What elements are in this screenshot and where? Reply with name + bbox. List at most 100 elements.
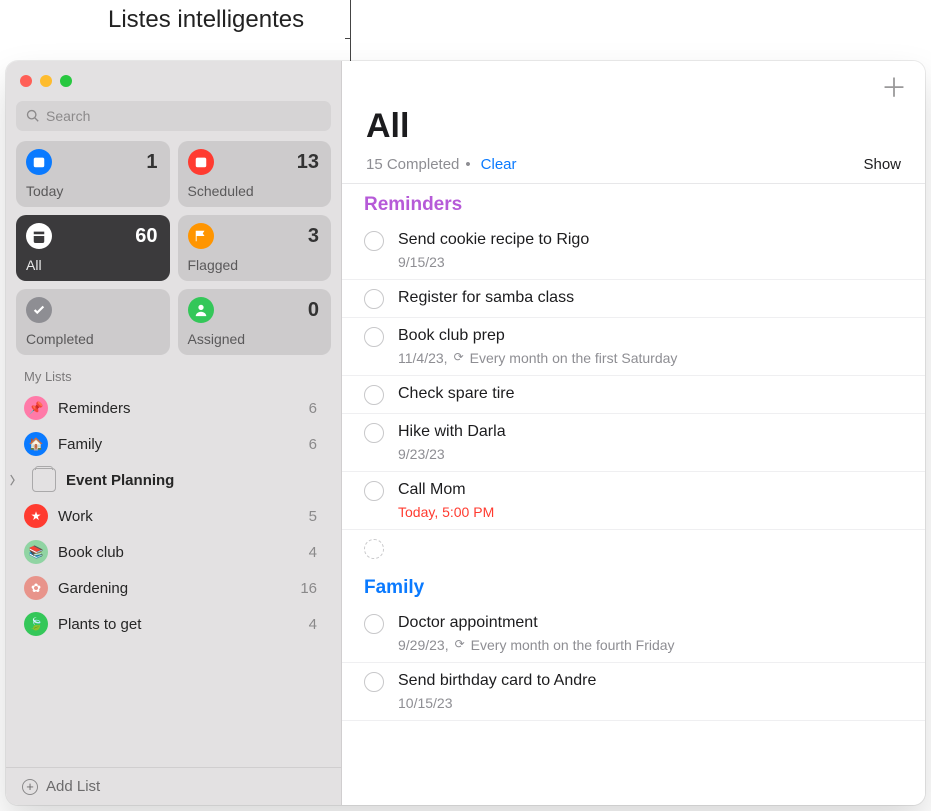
smart-assigned[interactable]: 0 Assigned — [178, 289, 332, 355]
reminder-subtext: 10/15/23 — [398, 694, 901, 712]
scheduled-label: Scheduled — [188, 183, 320, 199]
sidebar: 1 Today 13 Scheduled 60 — [6, 61, 342, 805]
complete-radio[interactable] — [364, 385, 384, 405]
person-icon — [188, 297, 214, 323]
reminder-subtext: 9/29/23, ⟳ Every month on the fourth Fri… — [398, 636, 901, 654]
assigned-label: Assigned — [188, 331, 320, 347]
smart-today[interactable]: 1 Today — [16, 141, 170, 207]
list-item[interactable]: ★Work5 — [6, 498, 341, 534]
complete-radio[interactable] — [364, 481, 384, 501]
new-reminder-button[interactable]: ＋ — [881, 68, 907, 105]
list-item[interactable]: ✿ Gardening 16 — [6, 570, 341, 606]
callout-label: Listes intelligentes — [108, 6, 304, 34]
list-icon: 🍃 — [24, 612, 48, 636]
all-icon — [26, 223, 52, 249]
list-icon: 📌 — [24, 396, 48, 420]
reminder-item[interactable]: Doctor appointment9/29/23, ⟳ Every month… — [342, 605, 925, 663]
reminder-subtext: 9/23/23 — [398, 445, 901, 463]
folder-icon — [32, 468, 56, 492]
completed-count-text: 15 Completed — [366, 156, 459, 173]
list-count: 6 — [309, 436, 323, 453]
list-item[interactable]: 📌Reminders6 — [6, 390, 341, 426]
list-label: Gardening — [58, 580, 128, 597]
list-count: 4 — [309, 616, 323, 633]
reminder-item[interactable]: Register for samba class — [342, 280, 925, 318]
scheduled-count: 13 — [297, 151, 319, 174]
smart-all[interactable]: 60 All — [16, 215, 170, 281]
list-count: 4 — [309, 544, 323, 561]
reminder-item[interactable]: Check spare tire — [342, 376, 925, 414]
all-count: 60 — [135, 225, 157, 248]
flag-icon — [188, 223, 214, 249]
main-toolbar: ＋ — [342, 61, 925, 105]
reminder-item[interactable]: Send birthday card to Andre 10/15/23 — [342, 663, 925, 721]
window-controls — [6, 61, 341, 97]
page-title: All — [342, 105, 925, 156]
all-label: All — [26, 257, 158, 273]
list-item[interactable]: 🏠Family6 — [6, 426, 341, 462]
completed-bar: 15 Completed • Clear Show — [342, 156, 925, 184]
radio-placeholder[interactable] — [364, 539, 384, 559]
list-count: 5 — [309, 508, 323, 525]
reminder-title: Register for samba class — [398, 288, 901, 309]
add-list-label: Add List — [46, 778, 100, 795]
reminder-title: Send birthday card to Andre — [398, 671, 901, 692]
new-item-placeholder[interactable] — [342, 530, 925, 567]
show-button[interactable]: Show — [863, 156, 901, 173]
section-reminders-title[interactable]: Reminders — [342, 184, 925, 222]
smart-scheduled[interactable]: 13 Scheduled — [178, 141, 332, 207]
complete-radio[interactable] — [364, 327, 384, 347]
complete-radio[interactable] — [364, 423, 384, 443]
list-label: Event Planning — [66, 472, 174, 489]
flagged-count: 3 — [308, 225, 319, 248]
mylists-header: My Lists — [6, 355, 341, 390]
separator-dot: • — [459, 156, 476, 173]
list-icon: 📚 — [24, 540, 48, 564]
smart-lists-grid: 1 Today 13 Scheduled 60 — [6, 141, 341, 355]
complete-radio[interactable] — [364, 672, 384, 692]
reminder-title: Send cookie recipe to Rigo — [398, 230, 901, 251]
close-button[interactable] — [20, 75, 32, 87]
scheduled-icon — [188, 149, 214, 175]
list-label: Plants to get — [58, 616, 141, 633]
search-field[interactable] — [16, 101, 331, 131]
today-label: Today — [26, 183, 158, 199]
reminder-title: Call Mom — [398, 480, 901, 501]
clear-button[interactable]: Clear — [481, 156, 517, 173]
section-family-title[interactable]: Family — [342, 567, 925, 605]
add-list-button[interactable]: + Add List — [6, 767, 341, 805]
check-icon — [26, 297, 52, 323]
today-icon — [26, 149, 52, 175]
reminder-item[interactable]: Book club prep11/4/23, ⟳ Every month on … — [342, 318, 925, 376]
main-pane: ＋ All 15 Completed • Clear Show Reminder… — [342, 61, 925, 805]
list-item[interactable]: 🍃 Plants to get 4 — [6, 606, 341, 642]
search-input[interactable] — [46, 108, 321, 124]
fullscreen-button[interactable] — [60, 75, 72, 87]
minimize-button[interactable] — [40, 75, 52, 87]
list-label: Reminders — [58, 400, 131, 417]
list-icon: ★ — [24, 504, 48, 528]
completed-label: Completed — [26, 331, 158, 347]
list-icon: 🏠 — [24, 432, 48, 456]
chevron-right-icon: 〉 — [10, 472, 22, 488]
app-window: 1 Today 13 Scheduled 60 — [6, 61, 925, 805]
plus-circle-icon: + — [22, 779, 38, 795]
smart-completed[interactable]: Completed — [16, 289, 170, 355]
mylists: 📌 Reminders 6🏠Family6 〉 Event Planning ★Work5… — [6, 390, 341, 767]
list-group[interactable]: 〉 Event Planning — [6, 462, 341, 498]
list-item[interactable]: 📚Book club4 — [6, 534, 341, 570]
reminder-item[interactable]: Send cookie recipe to Rigo9/15/23 — [342, 222, 925, 280]
complete-radio[interactable] — [364, 289, 384, 309]
list-icon: ✿ — [24, 576, 48, 600]
reminder-title: Check spare tire — [398, 384, 901, 405]
list-count: 16 — [300, 580, 323, 597]
reminder-item[interactable]: Hike with Darla9/23/23 — [342, 414, 925, 472]
flagged-label: Flagged — [188, 257, 320, 273]
reminder-subtext: Today, 5:00 PM — [398, 503, 901, 521]
complete-radio[interactable] — [364, 231, 384, 251]
reminder-item[interactable]: Call Mom Today, 5:00 PM — [342, 472, 925, 530]
smart-flagged[interactable]: 3 Flagged — [178, 215, 332, 281]
repeat-icon: ⟳ — [454, 350, 464, 366]
assigned-count: 0 — [308, 299, 319, 322]
complete-radio[interactable] — [364, 614, 384, 634]
